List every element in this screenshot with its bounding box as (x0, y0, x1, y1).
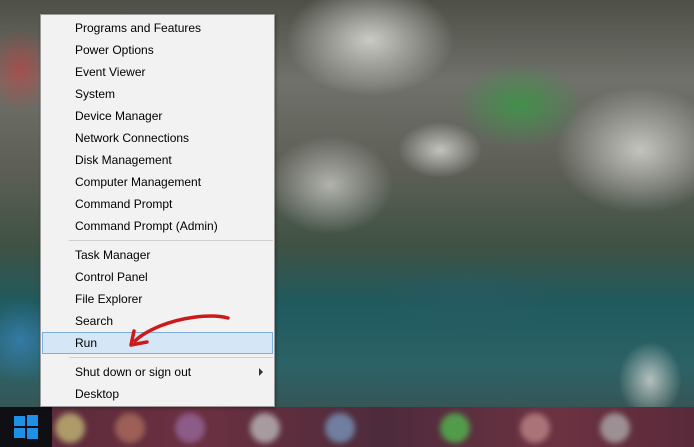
menu-item-computer-management[interactable]: Computer Management (42, 171, 273, 193)
menu-item-disk-management[interactable]: Disk Management (42, 149, 273, 171)
menu-item-search[interactable]: Search (42, 310, 273, 332)
menu-item-command-prompt-admin[interactable]: Command Prompt (Admin) (42, 215, 273, 237)
menu-item-event-viewer[interactable]: Event Viewer (42, 61, 273, 83)
menu-item-label: Shut down or sign out (75, 365, 192, 379)
menu-item-system[interactable]: System (42, 83, 273, 105)
menu-item-command-prompt[interactable]: Command Prompt (42, 193, 273, 215)
taskbar-app-icon[interactable] (55, 413, 85, 443)
menu-separator (69, 240, 273, 241)
menu-item-power-options[interactable]: Power Options (42, 39, 273, 61)
taskbar-app-icon[interactable] (250, 413, 280, 443)
winx-context-menu: Programs and Features Power Options Even… (40, 14, 275, 407)
taskbar-app-icon[interactable] (325, 413, 355, 443)
menu-item-shut-down-or-sign-out[interactable]: Shut down or sign out (42, 361, 273, 383)
start-button[interactable] (0, 407, 52, 447)
menu-item-network-connections[interactable]: Network Connections (42, 127, 273, 149)
windows-logo-icon (14, 415, 38, 439)
submenu-arrow-icon (259, 368, 263, 376)
taskbar-app-icon[interactable] (115, 413, 145, 443)
menu-item-run[interactable]: Run (42, 332, 273, 354)
taskbar-app-icon[interactable] (440, 413, 470, 443)
menu-item-file-explorer[interactable]: File Explorer (42, 288, 273, 310)
taskbar-app-icon[interactable] (600, 413, 630, 443)
taskbar-app-icon[interactable] (175, 413, 205, 443)
taskbar-app-icon[interactable] (520, 413, 550, 443)
menu-item-task-manager[interactable]: Task Manager (42, 244, 273, 266)
menu-item-programs-and-features[interactable]: Programs and Features (42, 17, 273, 39)
menu-item-desktop[interactable]: Desktop (42, 383, 273, 405)
taskbar (0, 407, 694, 447)
menu-item-device-manager[interactable]: Device Manager (42, 105, 273, 127)
menu-separator (69, 357, 273, 358)
menu-item-control-panel[interactable]: Control Panel (42, 266, 273, 288)
